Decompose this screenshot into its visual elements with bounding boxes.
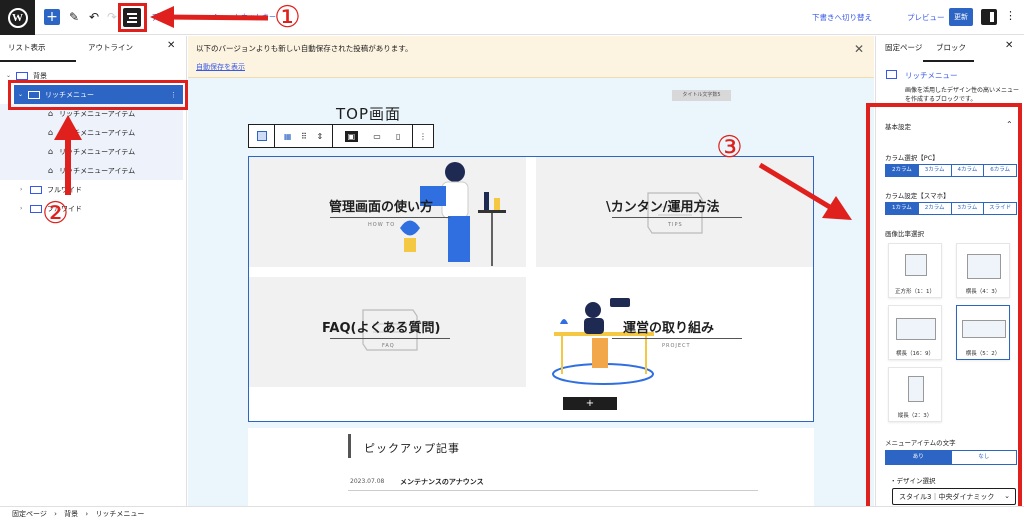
annotation-label-3: ③ bbox=[716, 130, 743, 165]
annotation-label-2: ② bbox=[42, 196, 69, 231]
annotation-label-1: ① bbox=[274, 0, 301, 35]
annotation-arrows bbox=[54, 6, 852, 220]
